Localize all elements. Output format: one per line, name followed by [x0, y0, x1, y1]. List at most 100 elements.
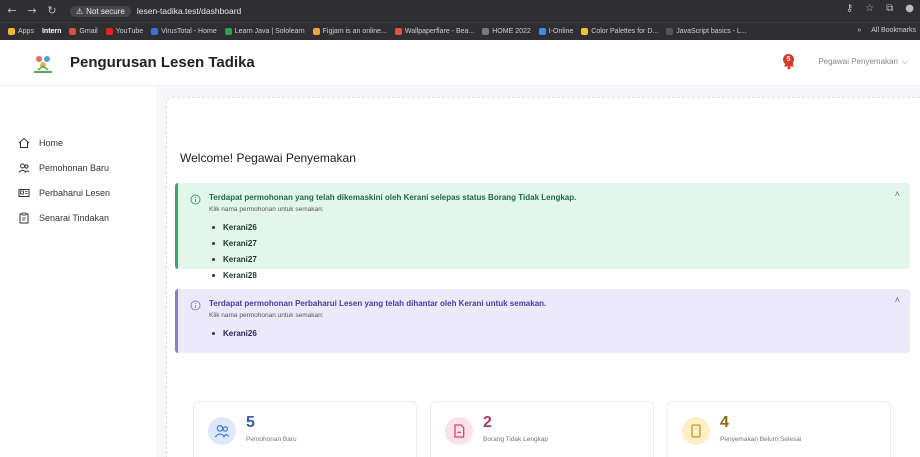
- application-link[interactable]: Kerani27: [212, 235, 257, 251]
- document-icon: [445, 417, 473, 445]
- sidebar-item-label: Perbaharui Lesen: [39, 188, 111, 198]
- clipboard-icon: [19, 212, 29, 224]
- reload-icon[interactable]: ↻: [44, 3, 60, 19]
- stat-value: 4: [720, 414, 729, 431]
- forward-icon[interactable]: →: [24, 3, 40, 19]
- stat-label: Pemohonan Baru: [246, 436, 297, 443]
- bookmark-item[interactable]: VirusTotal - Home: [151, 28, 217, 35]
- alert-updated-applications: Terdapat permohonan yang telah dikemaski…: [175, 183, 910, 280]
- collapse-icon[interactable]: ˄: [895, 189, 900, 199]
- sidebar-item-home[interactable]: Home: [18, 137, 63, 149]
- bookmark-favicon-icon: [151, 28, 159, 35]
- home-icon: [18, 137, 30, 148]
- address-bar[interactable]: ⚠ Not secure lesen-tadika.test/dashboard: [70, 3, 241, 19]
- info-icon: [190, 300, 201, 311]
- bookmark-label: HOME 2022: [492, 28, 531, 35]
- bookmark-item[interactable]: HOME 2022: [482, 28, 531, 35]
- bookmark-item[interactable]: JavaScript basics - L...: [666, 28, 747, 35]
- stat-value: 5: [246, 414, 255, 431]
- bookmark-item[interactable]: I-Online: [538, 28, 574, 35]
- url-text: lesen-tadika.test/dashboard: [136, 6, 242, 16]
- stat-label: Borang Tidak Lengkap: [483, 436, 549, 443]
- bookmark-item[interactable]: Color Palettes for D...: [581, 28, 658, 35]
- user-menu[interactable]: Pegawai Penyemakan ⌵: [818, 57, 908, 67]
- sidebar-item-perbaharui-lesen[interactable]: Perbaharui Lesen: [18, 187, 110, 199]
- bookmark-item[interactable]: YouTube: [105, 28, 144, 35]
- extensions-icon[interactable]: ⧉: [886, 3, 893, 14]
- profile-icon[interactable]: ●: [905, 3, 914, 14]
- bookmarks-overflow-button[interactable]: »: [857, 27, 861, 34]
- welcome-heading: Welcome! Pegawai Penyemakan: [180, 151, 356, 165]
- security-chip[interactable]: ⚠ Not secure: [70, 5, 131, 17]
- bookmark-favicon-icon: [482, 28, 490, 35]
- bookmark-favicon-icon: [224, 28, 232, 35]
- collapse-icon[interactable]: ˄: [895, 295, 900, 305]
- stat-card-pemohonan-baru[interactable]: 5 Pemohonan Baru: [193, 401, 417, 457]
- app-header: Pengurusan Lesen Tadika 5 Pegawai Penyem…: [0, 40, 920, 86]
- bookmark-item[interactable]: Figjam is an online...: [312, 28, 387, 35]
- stat-label: Penyemakan Belum Selesai: [720, 436, 802, 443]
- bookmark-item[interactable]: Gmail: [69, 28, 98, 35]
- sidebar: Home Pemohonan Baru Perbaharui Lesen Sen…: [0, 86, 156, 457]
- bookmark-favicon-icon: [312, 28, 320, 35]
- bookmarks-bar: Apps Intern Gmail YouTube VirusTotal - Home L…: [0, 22, 920, 40]
- bookmark-label: Color Palettes for D...: [591, 28, 659, 35]
- application-list: Kerani26 Kerani27 Kerani27 Kerani28: [212, 219, 257, 283]
- users-icon: [18, 163, 30, 173]
- bookmarks-right: » All Bookmarks: [851, 27, 916, 34]
- browser-toolbar: ← → ↻ ⚠ Not secure lesen-tadika.test/das…: [0, 0, 920, 22]
- sidebar-item-label: Home: [39, 138, 64, 148]
- bookmark-item[interactable]: Intern: [42, 28, 61, 35]
- alert-title: Terdapat permohonan yang telah dikemaski…: [209, 193, 577, 202]
- bookmark-favicon-icon: [69, 28, 77, 35]
- stat-value: 2: [483, 414, 492, 431]
- back-icon[interactable]: ←: [4, 3, 20, 19]
- alert-renewal-applications: Terdapat permohonan Perbaharui Lesen yan…: [175, 289, 910, 353]
- bookmark-label: I-Online: [548, 28, 574, 35]
- application-link[interactable]: Kerani26: [212, 219, 257, 235]
- sidebar-item-label: Pemohonan Baru: [39, 163, 110, 173]
- bookmark-label: JavaScript basics - L...: [676, 28, 747, 35]
- stat-card-borang-tidak-lengkap[interactable]: 2 Borang Tidak Lengkap: [430, 401, 654, 457]
- application-link[interactable]: Kerani26: [212, 325, 257, 341]
- bookmark-label: Wallpaperflare - Bea...: [404, 28, 475, 35]
- app-title: Pengurusan Lesen Tadika: [70, 54, 255, 71]
- key-icon[interactable]: ⚷: [846, 3, 853, 14]
- bookmark-item[interactable]: Learn Java | Sololearn: [224, 28, 305, 35]
- bookmark-favicon-icon: [8, 28, 15, 35]
- application-link[interactable]: Kerani27: [212, 251, 257, 267]
- warning-icon: ⚠: [76, 6, 84, 16]
- bookmark-item[interactable]: Wallpaperflare - Bea...: [394, 28, 475, 35]
- app-logo: [34, 55, 52, 73]
- security-label: Not secure: [86, 6, 125, 16]
- bookmark-favicon-icon: [538, 28, 546, 35]
- id-card-icon: [18, 189, 30, 197]
- bookmark-favicon-icon: [666, 28, 674, 35]
- info-icon: [190, 194, 201, 205]
- chevron-down-icon: ⌵: [901, 57, 908, 66]
- bookmark-label: Gmail: [79, 28, 98, 35]
- sidebar-item-pemohonan-baru[interactable]: Pemohonan Baru: [18, 162, 109, 174]
- bookmark-label: Apps: [18, 28, 34, 35]
- notification-badge: 5: [783, 54, 794, 65]
- bookmark-label: Intern: [41, 28, 62, 35]
- bookmark-label: Figjam is an online...: [322, 28, 387, 35]
- bookmark-item[interactable]: Apps: [8, 28, 34, 35]
- stat-card-penyemakan-belum-selesai[interactable]: 4 Penyemakan Belum Selesai: [667, 401, 891, 457]
- sidebar-item-senarai-tindakan[interactable]: Senarai Tindakan: [18, 212, 109, 224]
- bookmark-label: Learn Java | Sololearn: [234, 28, 305, 35]
- application-link[interactable]: Kerani28: [212, 267, 257, 283]
- bookmark-favicon-icon: [394, 28, 402, 35]
- alert-subtitle: Klik nama permohonan untuk semakan:: [209, 312, 324, 319]
- all-bookmarks-button[interactable]: All Bookmarks: [871, 27, 916, 34]
- alert-title: Terdapat permohonan Perbaharui Lesen yan…: [209, 299, 547, 308]
- bookmark-label: VirusTotal - Home: [161, 28, 217, 35]
- users-icon: [208, 417, 236, 445]
- alert-subtitle: Klik nama permohonan untuk semakan:: [209, 206, 324, 213]
- sidebar-item-label: Senarai Tindakan: [39, 213, 110, 223]
- notification-bell[interactable]: 5: [782, 54, 796, 70]
- bookmark-favicon-icon: [105, 28, 113, 35]
- star-icon[interactable]: ☆: [865, 3, 874, 14]
- bookmark-label: YouTube: [115, 28, 144, 35]
- application-list: Kerani26: [212, 325, 257, 341]
